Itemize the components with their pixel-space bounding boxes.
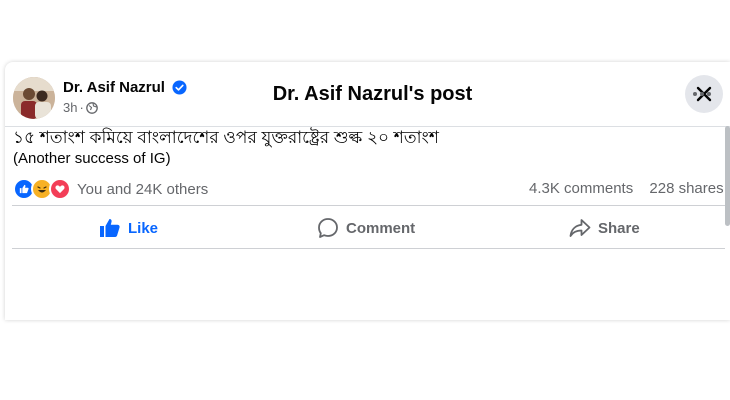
thumbs-up-icon xyxy=(100,219,120,237)
author-name[interactable]: Dr. Asif Nazrul xyxy=(63,79,165,96)
meta-separator: · xyxy=(79,100,84,115)
share-button[interactable]: Share xyxy=(569,213,640,243)
scrollbar[interactable] xyxy=(725,126,730,226)
comment-label: Comment xyxy=(346,219,416,237)
author-avatar[interactable] xyxy=(13,77,55,119)
like-button[interactable]: Like xyxy=(99,213,158,243)
more-options-button[interactable] xyxy=(692,85,712,97)
reactions-divider xyxy=(12,205,725,206)
like-label: Like xyxy=(128,219,159,237)
verified-badge-icon xyxy=(172,80,187,95)
reactions-summary[interactable]: You and 24K others xyxy=(13,178,208,200)
page-backdrop xyxy=(0,0,730,62)
post-text: ১৫ শতাংশ কমিয়ে বাংলাদেশের ওপর যুক্তরাষ্… xyxy=(13,128,439,147)
globe-icon xyxy=(85,101,98,114)
reaction-count: You and 24K others xyxy=(77,180,209,198)
share-label: Share xyxy=(598,219,640,237)
actions-divider xyxy=(12,248,725,249)
comment-icon xyxy=(318,218,338,238)
comment-button[interactable]: Comment xyxy=(317,213,415,243)
love-reaction-icon xyxy=(49,178,71,200)
more-options-icon xyxy=(693,92,711,96)
post-meta: 3h · xyxy=(63,100,98,115)
engagement-counts: 4.3K comments 228 shares xyxy=(529,180,724,197)
post-timestamp[interactable]: 3h xyxy=(63,100,77,115)
share-icon xyxy=(569,219,591,237)
comments-count[interactable]: 4.3K comments xyxy=(529,180,633,197)
shares-count[interactable]: 228 shares xyxy=(649,180,723,197)
post-subtext: (Another success of IG) xyxy=(13,150,171,167)
